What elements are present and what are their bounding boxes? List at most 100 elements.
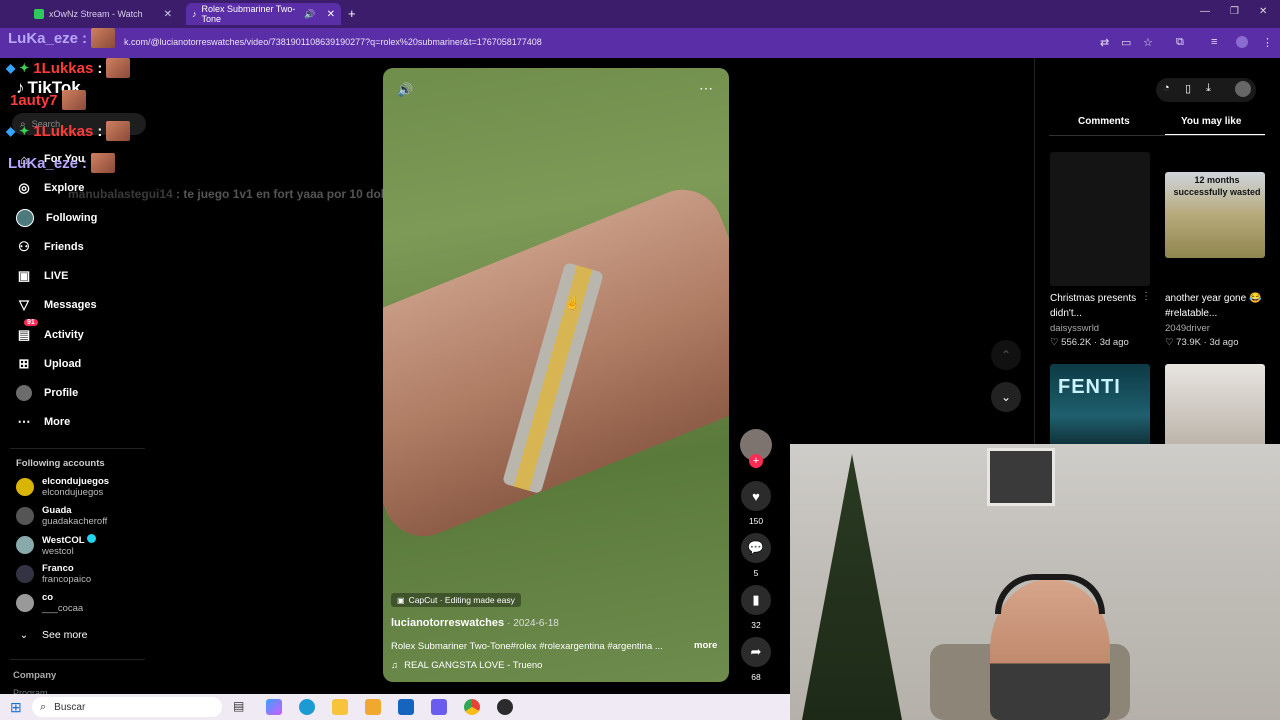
avatar xyxy=(16,536,34,554)
browser-tab-strip: xOwNz Stream - Watch ✕ ♪ Rolex Submarine… xyxy=(0,0,1280,28)
avatar xyxy=(16,478,34,496)
translate-icon[interactable]: ⇄ xyxy=(1100,36,1109,49)
nav-upload[interactable]: ⊞ Upload xyxy=(16,356,82,372)
nav-live[interactable]: ▣ LIVE xyxy=(16,268,69,284)
video-player[interactable]: 🔊 ⋯ ☝ ▣ CapCut · Editing made easy lucia… xyxy=(383,68,729,682)
save-button[interactable]: ▮ 32 xyxy=(740,585,772,630)
account-item[interactable]: co ___cocaa xyxy=(16,592,83,614)
video-author[interactable]: 2049driver xyxy=(1165,323,1210,334)
follow-plus-icon[interactable]: + xyxy=(749,454,763,468)
music-line[interactable]: ♫ REAL GANGSTA LOVE - Trueno xyxy=(391,660,542,671)
restore-icon[interactable]: ❐ xyxy=(1230,6,1239,17)
nav-friends[interactable]: ⚇ Friends xyxy=(16,239,84,255)
more-options-icon[interactable]: ⋮ xyxy=(1141,291,1151,302)
webcam-overlay xyxy=(790,444,1280,720)
share-button[interactable]: ➦ 68 xyxy=(740,637,772,682)
account-item[interactable]: elcondujuegos elcondujuegos xyxy=(16,476,109,498)
media-icon[interactable]: ≡ xyxy=(1211,36,1217,48)
search-icon: ⌕ xyxy=(40,700,47,713)
file-explorer-icon[interactable] xyxy=(332,699,348,715)
tab-you-may-like[interactable]: You may like xyxy=(1181,116,1241,127)
verified-icon xyxy=(87,534,97,543)
video-stats: ♡ 556.2K · 3d ago xyxy=(1050,337,1129,348)
video-author[interactable]: daisysswrld xyxy=(1050,323,1099,334)
menu-icon[interactable]: ⋮ xyxy=(1262,36,1273,49)
tab-rolex[interactable]: ♪ Rolex Submariner Two-Tone 🔊 ✕ xyxy=(186,3,341,25)
inbox-icon: ▤ 91 xyxy=(16,319,38,343)
capcut-badge[interactable]: ▣ CapCut · Editing made easy xyxy=(391,593,521,607)
cursor-icon: ☝ xyxy=(565,296,580,310)
download-icon[interactable]: ⤓ xyxy=(1206,82,1211,95)
twitch-icon xyxy=(34,9,44,19)
chrome-icon[interactable] xyxy=(464,699,480,715)
window-close-icon[interactable]: ✕ xyxy=(1259,6,1267,17)
star-icon[interactable]: ☆ xyxy=(1143,36,1153,49)
capcut-icon: ▣ xyxy=(397,595,405,605)
avatar xyxy=(16,507,34,525)
video-thumbnail[interactable]: FENTI xyxy=(1050,364,1150,450)
avatar xyxy=(16,594,34,612)
minimize-icon[interactable]: — xyxy=(1200,6,1210,17)
company-link[interactable]: Company xyxy=(13,670,56,681)
video-thumbnail[interactable] xyxy=(1165,364,1265,450)
video-caption: Rolex Submariner Two-Tone#rolex #rolexar… xyxy=(391,641,663,652)
url-field[interactable]: k.com/@lucianotorreswatches/video/738190… xyxy=(124,37,542,47)
heart-icon: ♡ xyxy=(1165,337,1174,348)
account-item[interactable]: WestCOL westcol xyxy=(16,534,97,557)
video-title[interactable]: Christmas presents didn't... xyxy=(1050,291,1140,321)
windows-start-icon[interactable]: ⊞ xyxy=(10,699,22,716)
more-button[interactable]: more xyxy=(694,640,717,651)
extensions-icon[interactable]: ⧉ xyxy=(1176,36,1184,49)
obs-icon[interactable] xyxy=(497,699,513,715)
see-more-button[interactable]: ⌄ See more xyxy=(16,627,88,643)
nav-activity[interactable]: ▤ 91 Activity xyxy=(16,319,84,343)
chat-message: manubalastegui14 : te juego 1v1 en fort … xyxy=(68,187,409,201)
comment-button[interactable]: 💬 5 xyxy=(740,533,772,578)
cast-icon[interactable]: ▭ xyxy=(1121,36,1131,49)
speaker-icon[interactable]: 🔊 xyxy=(304,9,315,20)
store-icon[interactable] xyxy=(365,699,381,715)
send-icon: ▽ xyxy=(19,297,29,312)
webcam-picture-frame xyxy=(987,448,1055,506)
copilot-icon[interactable] xyxy=(266,699,282,715)
emote-icon xyxy=(61,90,86,110)
avatar[interactable] xyxy=(1235,81,1251,97)
taskbar: ⊞ ⌕ Buscar ▤ xyxy=(0,694,790,720)
video-author-line: lucianotorreswatches · 2024-6-18 xyxy=(391,617,559,629)
profile-icon[interactable] xyxy=(1236,36,1248,48)
nav-more[interactable]: ⋯ More xyxy=(16,414,71,430)
webcam-tree xyxy=(802,454,902,720)
edge-icon[interactable] xyxy=(299,699,315,715)
badge-icon: ✦ xyxy=(19,61,30,75)
video-title[interactable]: another year gone 😂 #relatable... xyxy=(1165,291,1275,321)
close-icon[interactable]: ✕ xyxy=(164,9,172,20)
more-options-icon[interactable]: ⋯ xyxy=(699,80,713,97)
like-button[interactable]: ♥ 150 xyxy=(740,481,772,526)
avatar xyxy=(16,565,34,583)
video-thumbnail[interactable]: 12 months successfully wasted xyxy=(1165,172,1265,258)
new-tab-icon[interactable]: + xyxy=(348,6,356,21)
scroll-down-button[interactable]: ⌄ xyxy=(991,382,1021,412)
scroll-up-button[interactable]: ⌃ xyxy=(991,340,1021,370)
discord-icon[interactable] xyxy=(431,699,447,715)
tab-label: Rolex Submariner Two-Tone xyxy=(201,4,296,24)
divider xyxy=(10,659,145,660)
phone-icon[interactable]: ▯ xyxy=(1185,82,1191,95)
author-link[interactable]: lucianotorreswatches xyxy=(391,617,504,629)
nav-following[interactable]: Following xyxy=(16,209,97,227)
tab-comments[interactable]: Comments xyxy=(1078,116,1130,127)
account-item[interactable]: Guada guadakacheroff xyxy=(16,505,107,527)
nav-messages[interactable]: ▽ Messages xyxy=(16,297,97,313)
creator-avatar[interactable]: + xyxy=(740,429,772,468)
account-item[interactable]: Franco francopaico xyxy=(16,563,91,585)
task-view-icon[interactable]: ▤ xyxy=(233,699,244,713)
outlook-icon[interactable] xyxy=(398,699,414,715)
close-icon[interactable]: ✕ xyxy=(327,9,335,20)
nav-profile[interactable]: Profile xyxy=(16,385,78,401)
speed-icon[interactable]: ◔ xyxy=(1163,82,1170,94)
taskbar-search-input[interactable]: ⌕ Buscar xyxy=(32,697,222,717)
tab-stream[interactable]: xOwNz Stream - Watch ✕ xyxy=(28,3,178,25)
video-thumbnail[interactable] xyxy=(1050,152,1150,286)
volume-icon[interactable]: 🔊 xyxy=(397,82,413,98)
share-icon: ➦ xyxy=(741,637,771,667)
